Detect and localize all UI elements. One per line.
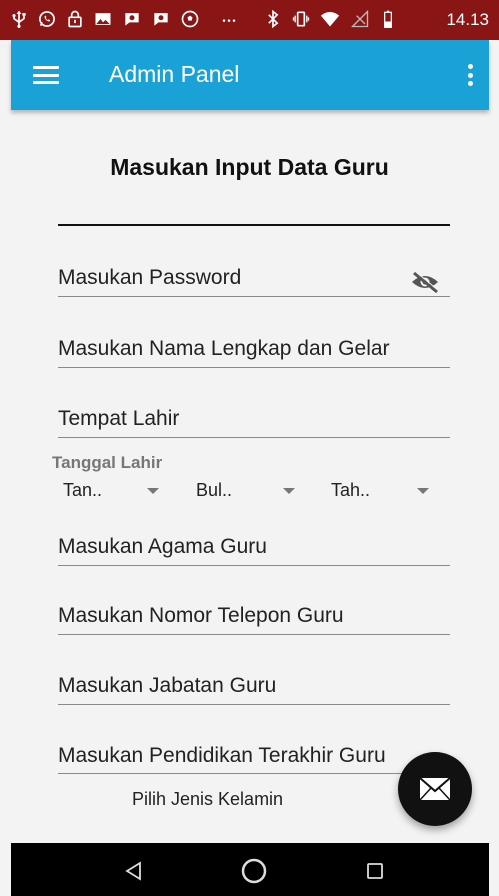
month-spinner[interactable]: Bul.. xyxy=(196,480,298,504)
username-field[interactable] xyxy=(58,196,450,228)
birth-place-underline xyxy=(58,437,450,438)
full-name-underline xyxy=(58,367,450,368)
form-title: Masukan Input Data Guru xyxy=(110,154,389,180)
soccer-icon xyxy=(179,8,201,30)
password-label: Masukan Password xyxy=(58,266,242,289)
education-underline xyxy=(58,773,450,774)
status-bar: 14.13 xyxy=(0,0,499,40)
phone-underline xyxy=(58,634,450,635)
more-notifications-icon xyxy=(218,8,240,30)
recents-icon[interactable] xyxy=(361,857,389,885)
mail-icon xyxy=(419,777,451,801)
more-options-icon[interactable] xyxy=(465,62,475,88)
full-name-label: Masukan Nama Lengkap dan Gelar xyxy=(58,337,390,360)
position-underline xyxy=(58,704,450,705)
app-bar: Admin Panel xyxy=(11,40,489,110)
full-name-field[interactable]: Masukan Nama Lengkap dan Gelar xyxy=(58,334,450,370)
usb-icon xyxy=(8,8,30,30)
chat-icon xyxy=(150,8,172,30)
religion-label: Masukan Agama Guru xyxy=(58,535,267,558)
no-signal-icon xyxy=(349,8,371,30)
home-icon[interactable] xyxy=(240,857,268,885)
position-field[interactable]: Masukan Jabatan Guru xyxy=(58,671,450,707)
religion-underline xyxy=(58,565,450,566)
menu-icon[interactable] xyxy=(33,62,59,88)
year-spinner[interactable]: Tah.. xyxy=(331,480,431,504)
password-field[interactable]: Masukan Password xyxy=(58,262,450,298)
chat-icon xyxy=(121,8,143,30)
birth-place-field[interactable]: Tempat Lahir xyxy=(58,404,450,440)
dob-label: Tanggal Lahir xyxy=(52,453,163,472)
back-icon[interactable] xyxy=(120,857,148,885)
mail-fab-button[interactable] xyxy=(398,752,472,826)
status-time: 14.13 xyxy=(446,10,489,29)
navigation-bar xyxy=(11,843,489,896)
battery-icon xyxy=(377,8,399,30)
whatsapp-icon xyxy=(36,8,58,30)
day-spinner[interactable]: Tan.. xyxy=(63,480,163,504)
month-value: Bul.. xyxy=(196,480,233,500)
chevron-down-icon xyxy=(147,488,159,494)
position-label: Masukan Jabatan Guru xyxy=(58,674,277,697)
vibrate-icon xyxy=(290,8,312,30)
password-underline xyxy=(58,296,450,297)
chevron-down-icon xyxy=(283,488,295,494)
lock-icon xyxy=(64,8,86,30)
gender-label: Pilih Jenis Kelamin xyxy=(132,789,284,809)
day-value: Tan.. xyxy=(63,480,103,500)
username-underline xyxy=(58,224,450,226)
birth-place-label: Tempat Lahir xyxy=(58,407,180,430)
year-value: Tah.. xyxy=(331,480,371,500)
education-label: Masukan Pendidikan Terakhir Guru xyxy=(58,744,386,767)
phone-label: Masukan Nomor Telepon Guru xyxy=(58,604,344,627)
app-title: Admin Panel xyxy=(109,61,240,87)
bluetooth-icon xyxy=(262,8,284,30)
chevron-down-icon xyxy=(417,488,429,494)
wifi-icon xyxy=(319,8,341,30)
image-icon xyxy=(92,8,114,30)
eye-off-icon[interactable] xyxy=(410,270,440,294)
education-field[interactable]: Masukan Pendidikan Terakhir Guru xyxy=(58,741,450,777)
religion-field[interactable]: Masukan Agama Guru xyxy=(58,532,450,568)
phone-field[interactable]: Masukan Nomor Telepon Guru xyxy=(58,601,450,637)
